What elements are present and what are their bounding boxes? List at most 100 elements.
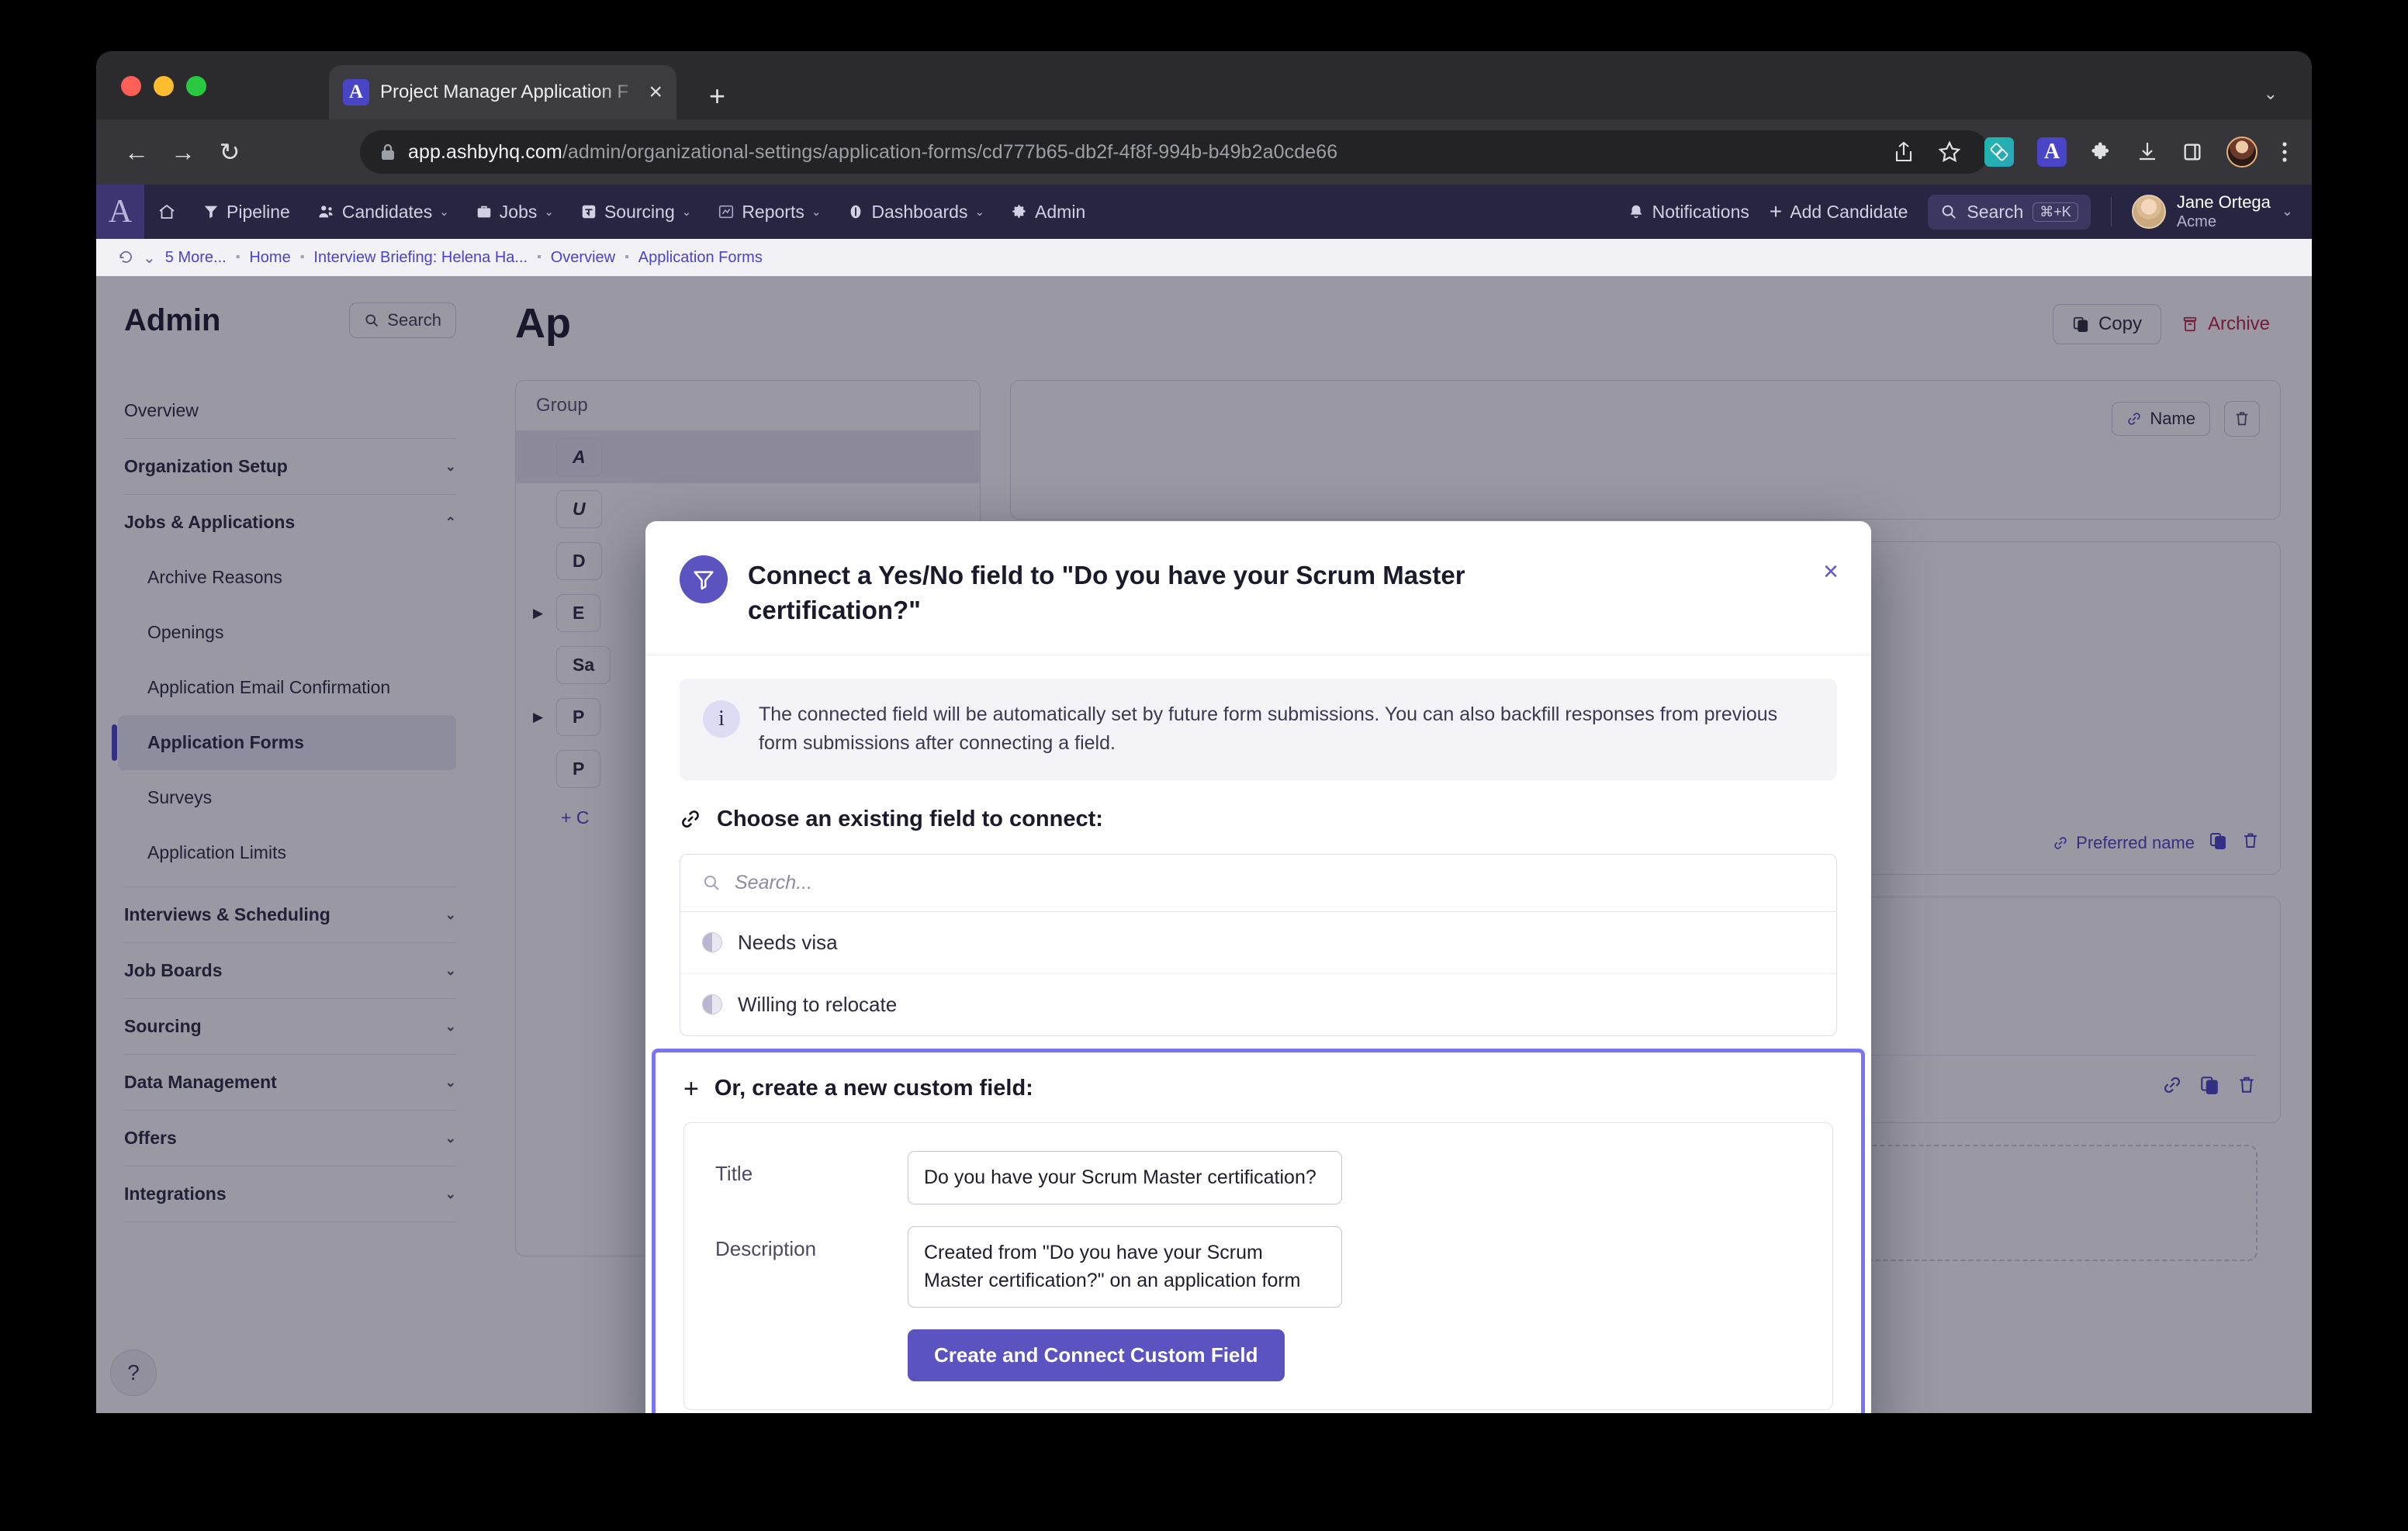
nav-divider xyxy=(2111,197,2112,226)
application-viewport: A Pipeline Candidates ⌄ Jobs ⌄ Sourcing xyxy=(96,185,2312,1413)
extension-icon-teal[interactable] xyxy=(1984,137,2014,167)
back-icon[interactable]: ← xyxy=(113,140,160,164)
existing-field-row[interactable]: Needs visa xyxy=(680,912,1836,974)
search-label: Search xyxy=(1967,202,2023,223)
url-path: /admin/organizational-settings/applicati… xyxy=(562,141,1337,164)
existing-field-row[interactable]: Willing to relocate xyxy=(680,974,1836,1035)
nav-item-home[interactable] xyxy=(144,185,189,239)
breadcrumb-more[interactable]: 5 More... xyxy=(165,249,227,267)
info-icon: i xyxy=(703,700,740,738)
chart-icon xyxy=(718,203,735,220)
search-shortcut-badge: ⌘+K xyxy=(2033,202,2078,222)
notifications-label: Notifications xyxy=(1652,202,1749,223)
modal-header: Connect a Yes/No field to "Do you have y… xyxy=(645,521,1871,655)
create-custom-field-card: Title Do you have your Scrum Master cert… xyxy=(683,1122,1833,1411)
breadcrumb-item-overview[interactable]: Overview xyxy=(551,249,615,267)
add-candidate-button[interactable]: + Add Candidate xyxy=(1770,201,1908,223)
bookmark-star-icon[interactable] xyxy=(1938,140,1961,164)
search-placeholder: Search... xyxy=(735,872,812,894)
breadcrumb-item-home[interactable]: Home xyxy=(249,249,290,267)
new-tab-button[interactable]: + xyxy=(709,82,725,110)
reload-icon[interactable]: ↻ xyxy=(206,140,253,164)
nav-item-candidates[interactable]: Candidates ⌄ xyxy=(303,185,462,239)
chevron-down-icon: ⌄ xyxy=(682,205,692,219)
connect-field-modal: Connect a Yes/No field to "Do you have y… xyxy=(645,521,1871,1413)
nav-item-sourcing[interactable]: Sourcing ⌄ xyxy=(567,185,704,239)
tab-title: Project Manager Application F xyxy=(380,81,644,103)
funnel-icon xyxy=(680,555,728,603)
close-icon[interactable]: × xyxy=(1823,558,1839,585)
chevron-down-icon: ⌄ xyxy=(974,205,984,219)
user-name: Jane Ortega xyxy=(2177,192,2271,213)
chevron-down-icon: ⌄ xyxy=(544,205,554,219)
description-label: Description xyxy=(715,1226,886,1261)
nav-label-sourcing: Sourcing xyxy=(604,202,675,223)
toolbar-icon-group: A xyxy=(1893,119,2289,185)
chevron-down-icon: ⌄ xyxy=(2282,203,2293,219)
breadcrumb: ⌄ 5 More... ▪ Home ▪ Interview Briefing:… xyxy=(96,239,2312,276)
side-panel-icon[interactable] xyxy=(2181,141,2203,163)
url-host: app.ashbyhq.com xyxy=(408,141,562,164)
notifications-button[interactable]: Notifications xyxy=(1628,202,1749,223)
title-input[interactable]: Do you have your Scrum Master certificat… xyxy=(908,1151,1342,1205)
extensions-puzzle-icon[interactable] xyxy=(2090,140,2113,164)
forward-icon[interactable]: → xyxy=(160,140,206,164)
existing-field-label: Willing to relocate xyxy=(738,993,897,1017)
chevron-down-icon[interactable]: ⌄ xyxy=(2264,84,2278,104)
user-org: Acme xyxy=(2177,213,2271,231)
nav-label-jobs: Jobs xyxy=(500,202,538,223)
browser-tab-strip: A Project Manager Application F × + ⌄ xyxy=(96,51,2312,119)
description-field-row: Description Created from "Do you have yo… xyxy=(715,1226,1801,1308)
nav-label-pipeline: Pipeline xyxy=(227,202,290,223)
nav-item-jobs[interactable]: Jobs ⌄ xyxy=(462,185,567,239)
existing-field-list: Search... Needs visa Willing to relocate xyxy=(680,854,1837,1036)
description-input[interactable]: Created from "Do you have your Scrum Mas… xyxy=(908,1226,1342,1308)
address-bar[interactable]: app.ashbyhq.com /admin/organizational-se… xyxy=(360,130,1989,174)
nav-item-admin[interactable]: Admin xyxy=(998,185,1098,239)
user-menu[interactable]: Jane Ortega Acme ⌄ xyxy=(2132,192,2293,231)
existing-field-section-header: Choose an existing field to connect: xyxy=(680,807,1837,832)
search-icon xyxy=(702,873,721,892)
breadcrumb-item-application-forms[interactable]: Application Forms xyxy=(638,249,763,267)
people-icon xyxy=(317,203,335,220)
app-top-navigation: A Pipeline Candidates ⌄ Jobs ⌄ Sourcing xyxy=(96,185,2312,239)
tab-favicon-icon: A xyxy=(343,79,369,105)
maximize-window-button[interactable] xyxy=(186,76,206,96)
nav-label-dashboards: Dashboards xyxy=(871,202,967,223)
breadcrumb-more-caret[interactable]: ⌄ xyxy=(143,248,156,268)
global-search-button[interactable]: Search ⌘+K xyxy=(1928,195,2090,230)
download-icon[interactable] xyxy=(2136,140,2158,164)
browser-toolbar: ← → ↻ app.ashbyhq.com /admin/organizatio… xyxy=(96,119,2312,185)
modal-body: i The connected field will be automatica… xyxy=(645,655,1871,1413)
search-icon xyxy=(1940,203,1957,220)
plus-icon: + xyxy=(683,1076,699,1102)
breadcrumb-separator: ▪ xyxy=(236,251,240,264)
browser-tab[interactable]: A Project Manager Application F × xyxy=(329,65,676,119)
link-icon xyxy=(680,808,701,830)
history-back-icon[interactable] xyxy=(118,250,133,265)
existing-field-search[interactable]: Search... xyxy=(680,855,1836,912)
ashby-logo-icon[interactable]: A xyxy=(96,185,144,239)
lock-icon xyxy=(380,143,396,161)
avatar xyxy=(2132,195,2166,229)
modal-title: Connect a Yes/No field to "Do you have y… xyxy=(748,555,1593,628)
sourcing-icon xyxy=(580,203,597,220)
yes-no-field-icon xyxy=(702,932,722,952)
create-and-connect-custom-field-button[interactable]: Create and Connect Custom Field xyxy=(908,1329,1285,1381)
share-icon[interactable] xyxy=(1893,140,1915,164)
close-window-button[interactable] xyxy=(121,76,141,96)
minimize-window-button[interactable] xyxy=(154,76,174,96)
breadcrumb-item-briefing[interactable]: Interview Briefing: Helena Ha... xyxy=(313,249,528,267)
plus-icon: + xyxy=(1770,201,1782,223)
more-menu-icon[interactable] xyxy=(2281,140,2289,164)
home-icon xyxy=(157,202,176,221)
nav-item-pipeline[interactable]: Pipeline xyxy=(189,185,303,239)
close-tab-icon[interactable]: × xyxy=(649,81,663,104)
nav-label-reports: Reports xyxy=(742,202,804,223)
extension-icon-ashby[interactable]: A xyxy=(2037,137,2067,167)
profile-avatar[interactable] xyxy=(2226,137,2258,168)
nav-item-dashboards[interactable]: Dashboards ⌄ xyxy=(834,185,998,239)
create-field-section-label: Or, create a new custom field: xyxy=(714,1076,1033,1101)
nav-item-reports[interactable]: Reports ⌄ xyxy=(704,185,834,239)
info-banner-text: The connected field will be automaticall… xyxy=(759,700,1814,759)
